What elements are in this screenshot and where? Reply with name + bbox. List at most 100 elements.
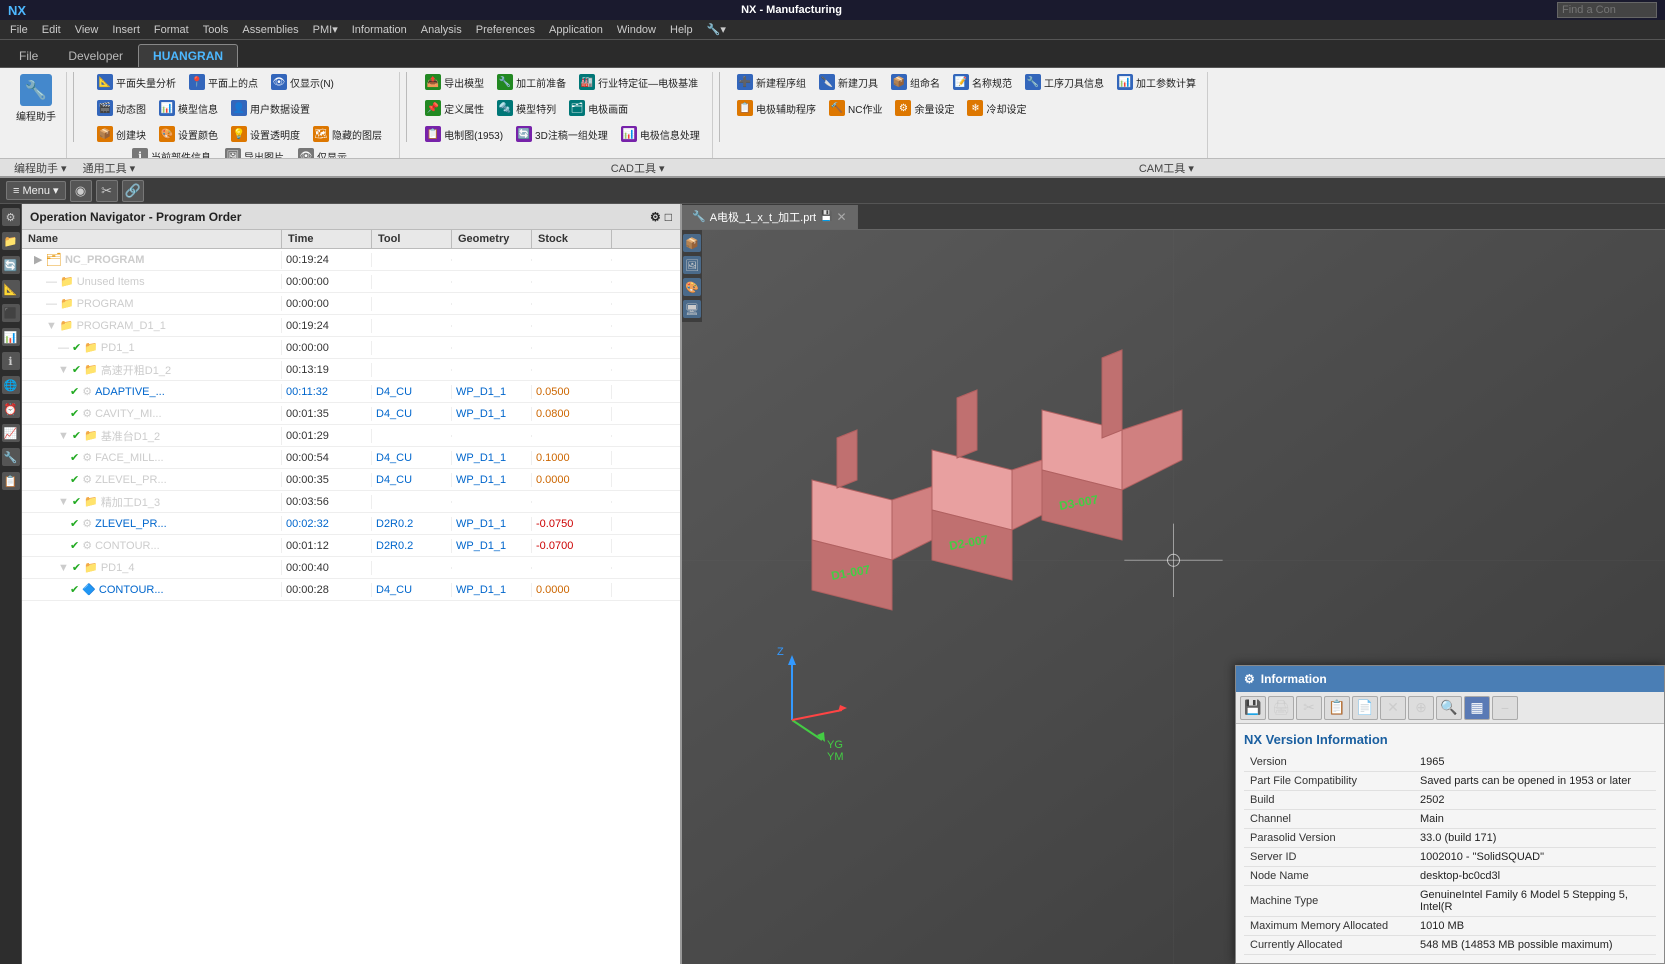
info-btn-copy[interactable]: 📋 (1324, 696, 1350, 720)
menu-item-edit[interactable]: Edit (36, 22, 67, 38)
ribbon-btn-pingmiandian[interactable]: 📍 平面上的点 (184, 72, 263, 92)
menu-item-extra[interactable]: 🔧▾ (701, 21, 732, 38)
sidebar-icon-clock[interactable]: ⏰ (2, 400, 20, 418)
info-btn-search[interactable]: 🔍 (1436, 696, 1462, 720)
sidebar-icon-clipboard[interactable]: 📋 (2, 472, 20, 490)
table-row[interactable]: ▼ ✔ 📁 基准台D1_2 00:01:29 (22, 425, 680, 447)
ribbon-btn-xingyezheng[interactable]: 🏭 行业特定征—电极基准 (574, 72, 703, 92)
ribbon-btn-ncgongzuo[interactable]: 🔨 NC作业 (824, 98, 887, 118)
ribbon-btn-shezhitouming[interactable]: 💡 设置透明度 (226, 124, 305, 144)
table-row[interactable]: — 📁 Unused Items 00:00:00 (22, 271, 680, 293)
tool-icon-1[interactable]: ◉ (70, 180, 92, 202)
ribbon-btn-xinjianchengxuzu[interactable]: ➕ 新建程序组 (732, 72, 811, 92)
info-btn-cut[interactable]: ✂ (1296, 696, 1322, 720)
menu-item-view[interactable]: View (69, 22, 105, 38)
table-row[interactable]: ▶ 🗂 NC_PROGRAM 00:19:24 (22, 249, 680, 271)
sidebar-icon-wrench[interactable]: 🔧 (2, 448, 20, 466)
ribbon-btn-shezheanse[interactable]: 🎨 设置颜色 (154, 124, 223, 144)
sidebar-icon-stats[interactable]: 📈 (2, 424, 20, 442)
table-row[interactable]: ▼ ✔ 📁 PD1_4 00:00:40 (22, 557, 680, 579)
ribbon-btn-mingchengguifan[interactable]: 📝 名称规范 (948, 72, 1017, 92)
ribbon-btn-gongxudaojuxinxi[interactable]: 🔧 工序刀具信息 (1020, 72, 1109, 92)
table-row[interactable]: — 📁 PROGRAM 00:00:00 (22, 293, 680, 315)
table-row[interactable]: ✔ ⚙ ZLEVEL_PR... 00:02:32 D2R0.2 WP_D1_1… (22, 513, 680, 535)
ribbon-btn-3dzhu[interactable]: 🔄 3D注稿一组处理 (511, 124, 613, 144)
ribbon-btn-dongtaitu[interactable]: 🎬 动态图 (92, 98, 151, 118)
ribbon-btn-jiagongcanshu[interactable]: 📊 加工参数计算 (1112, 72, 1201, 92)
tab-developer[interactable]: Developer (53, 44, 138, 67)
ribbon-btn-lengjuesheding[interactable]: ❄ 冷却设定 (962, 98, 1031, 118)
sidebar-icon-info[interactable]: ℹ (2, 352, 20, 370)
ribbon-btn-dianjiehuamian[interactable]: 🗂 电极画面 (564, 98, 633, 118)
menu-item-analysis[interactable]: Analysis (415, 22, 468, 38)
ribbon-btn-zuminming[interactable]: 📦 组命名 (886, 72, 945, 92)
menu-item-insert[interactable]: Insert (106, 22, 146, 38)
ribbon-btn-dizhitu[interactable]: 📋 电制图(1953) (420, 124, 508, 144)
menu-item-help[interactable]: Help (664, 22, 699, 38)
menu-item-application[interactable]: Application (543, 22, 609, 38)
sidebar-icon-globe[interactable]: 🌐 (2, 376, 20, 394)
ribbon-btn-chuangjianku[interactable]: 📦 创建块 (92, 124, 151, 144)
ribbon-btn-pingmianliang[interactable]: 📐 平面失量分析 (92, 72, 181, 92)
ribbon-btn-dangqian[interactable]: ℹ 当前部件信息 (127, 146, 216, 158)
info-btn-grid[interactable]: ▦ (1464, 696, 1490, 720)
find-input[interactable] (1557, 2, 1657, 18)
ribbon-btn-dianjixinxi[interactable]: 📊 电极信息处理 (616, 124, 705, 144)
sidebar-icon-chart[interactable]: 📊 (2, 328, 20, 346)
ribbon-btn-yincangceng[interactable]: 🗺 隐藏的图层 (308, 124, 387, 144)
ribbon-btn-jixianshi[interactable]: 👁 仅显示(N) (266, 72, 339, 92)
ribbon-btn-dianjifuzhu[interactable]: 📋 电极辅助程序 (732, 98, 821, 118)
info-btn-minus[interactable]: − (1492, 696, 1518, 720)
vp-icon-4[interactable]: 🖥 (683, 300, 701, 318)
info-btn-paste[interactable]: 📄 (1352, 696, 1378, 720)
table-row[interactable]: ✔ ⚙ CAVITY_MI... 00:01:35 D4_CU WP_D1_1 … (22, 403, 680, 425)
tool-icon-3[interactable]: 🔗 (122, 180, 144, 202)
info-btn-crosshair[interactable]: ⊕ (1408, 696, 1434, 720)
table-row[interactable]: ✔ ⚙ CONTOUR... 00:01:12 D2R0.2 WP_D1_1 -… (22, 535, 680, 557)
table-row[interactable]: ✔ ⚙ ZLEVEL_PR... 00:00:35 D4_CU WP_D1_1 … (22, 469, 680, 491)
menu-item-preferences[interactable]: Preferences (470, 22, 541, 38)
menu-item-pmi[interactable]: PMI▾ (307, 21, 344, 38)
table-row[interactable]: — ✔ 📁 PD1_1 00:00:00 (22, 337, 680, 359)
tab-file[interactable]: File (4, 44, 53, 67)
sidebar-icon-refresh[interactable]: 🔄 (2, 256, 20, 274)
vp-icon-3[interactable]: 🎨 (683, 278, 701, 296)
tool-icon-2[interactable]: ✂ (96, 180, 118, 202)
menu-btn[interactable]: ≡ Menu ▾ (6, 181, 66, 200)
ribbon-btn-jiagongqianbei[interactable]: 🔧 加工前准备 (492, 72, 571, 92)
nav-settings-icon[interactable]: ⚙ (650, 210, 661, 224)
table-row[interactable]: ✔ ⚙ FACE_MILL... 00:00:54 D4_CU WP_D1_1 … (22, 447, 680, 469)
viewport-3d[interactable]: D1-007 D2-007 (682, 230, 1665, 964)
ribbon-btn-moxingxinxi[interactable]: 📊 模型信息 (154, 98, 223, 118)
ribbon-btn-yonghu[interactable]: 👤 用户数据设置 (226, 98, 315, 118)
tab-huangran[interactable]: HUANGRAN (138, 44, 238, 67)
table-row[interactable]: ▼ ✔ 📁 精加工D1_3 00:03:56 (22, 491, 680, 513)
sidebar-icon-settings[interactable]: ⚙ (2, 208, 20, 226)
ribbon-btn-xinjiandao[interactable]: 🔪 新建刀具 (814, 72, 883, 92)
menu-item-information[interactable]: Information (346, 22, 413, 38)
viewport-tab-close[interactable]: ✕ (837, 210, 847, 224)
info-btn-close[interactable]: ✕ (1380, 696, 1406, 720)
sidebar-icon-square[interactable]: ⬛ (2, 304, 20, 322)
nav-maximize-icon[interactable]: □ (665, 210, 672, 224)
vp-icon-2[interactable]: 🖼 (683, 256, 701, 274)
table-row[interactable]: ✔ ⚙ ADAPTIVE_... 00:11:32 D4_CU WP_D1_1 … (22, 381, 680, 403)
menu-item-window[interactable]: Window (611, 22, 662, 38)
ribbon-btn-yunliangsheding[interactable]: ⚙ 余量设定 (890, 98, 959, 118)
menu-item-format[interactable]: Format (148, 22, 195, 38)
ribbon-btn-daochutu[interactable]: 🖼 导出图片 (220, 146, 289, 158)
info-btn-print[interactable]: 🖨 (1268, 696, 1294, 720)
ribbon-btn-moxinglielie[interactable]: 🔩 模型特列 (492, 98, 561, 118)
table-row[interactable]: ✔ 🔷 CONTOUR... 00:00:28 D4_CU WP_D1_1 0.… (22, 579, 680, 601)
table-row[interactable]: ▼ 📁 PROGRAM_D1_1 00:19:24 (22, 315, 680, 337)
menu-item-tools[interactable]: Tools (197, 22, 235, 38)
ribbon-btn-daochumoxing[interactable]: 📤 导出模型 (420, 72, 489, 92)
info-btn-save[interactable]: 💾 (1240, 696, 1266, 720)
sidebar-icon-geometry[interactable]: 📐 (2, 280, 20, 298)
sidebar-icon-folder[interactable]: 📁 (2, 232, 20, 250)
viewport-tab-main[interactable]: 🔧 A电极_1_x_t_加工.prt 💾 ✕ (682, 205, 858, 229)
ribbon-btn-programhelper[interactable]: 🔧 编程助手 (12, 72, 60, 125)
ribbon-btn-jinxianshi[interactable]: 👁 仅显示 (293, 146, 352, 158)
table-row[interactable]: ▼ ✔ 📁 高速开粗D1_2 00:13:19 (22, 359, 680, 381)
vp-icon-1[interactable]: 📦 (683, 234, 701, 252)
